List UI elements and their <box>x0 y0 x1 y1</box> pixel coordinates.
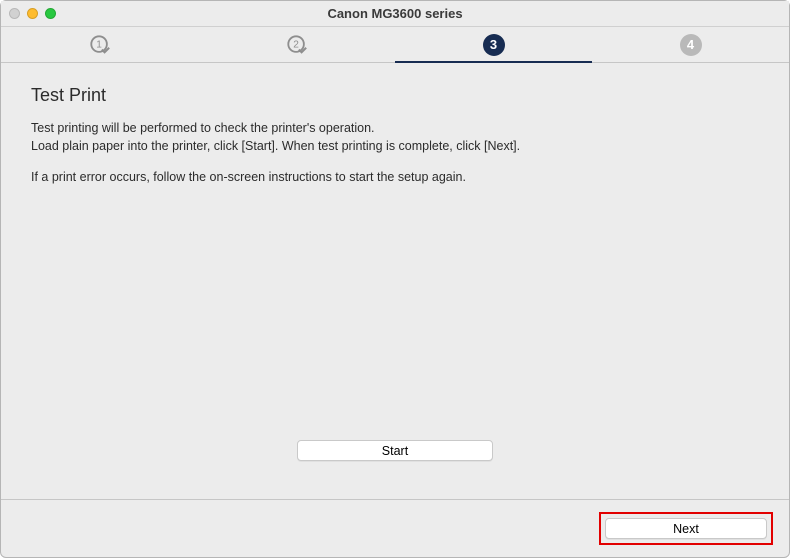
svg-text:1: 1 <box>96 39 102 50</box>
next-button[interactable]: Next <box>605 518 767 539</box>
step-2-check-icon: 2 <box>286 34 308 56</box>
step-3-label: 3 <box>490 37 497 52</box>
footer: Next <box>1 499 789 557</box>
step-2: 2 <box>198 27 395 62</box>
titlebar: Canon MG3600 series <box>1 1 789 27</box>
start-button[interactable]: Start <box>297 440 493 461</box>
minimize-icon[interactable] <box>27 8 38 19</box>
step-1: 1 <box>1 27 198 62</box>
instruction-text-1: Test printing will be performed to check… <box>31 120 759 155</box>
step-4: 4 <box>592 27 789 62</box>
step-3: 3 <box>395 27 592 62</box>
close-icon[interactable] <box>9 8 20 19</box>
step-4-label: 4 <box>687 37 694 52</box>
progress-stepper: 1 2 3 4 <box>1 27 789 63</box>
window-controls <box>9 8 56 19</box>
svg-text:2: 2 <box>293 39 299 50</box>
instruction-text-2: If a print error occurs, follow the on-s… <box>31 169 759 187</box>
step-1-check-icon: 1 <box>89 34 111 56</box>
start-button-wrap: Start <box>31 440 759 461</box>
setup-window: Canon MG3600 series 1 2 3 <box>0 0 790 558</box>
page-heading: Test Print <box>31 85 759 106</box>
window-title: Canon MG3600 series <box>1 6 789 21</box>
next-button-highlight: Next <box>599 512 773 545</box>
maximize-icon[interactable] <box>45 8 56 19</box>
main-content: Test Print Test printing will be perform… <box>1 63 789 499</box>
step-4-indicator: 4 <box>680 34 702 56</box>
step-3-indicator: 3 <box>483 34 505 56</box>
